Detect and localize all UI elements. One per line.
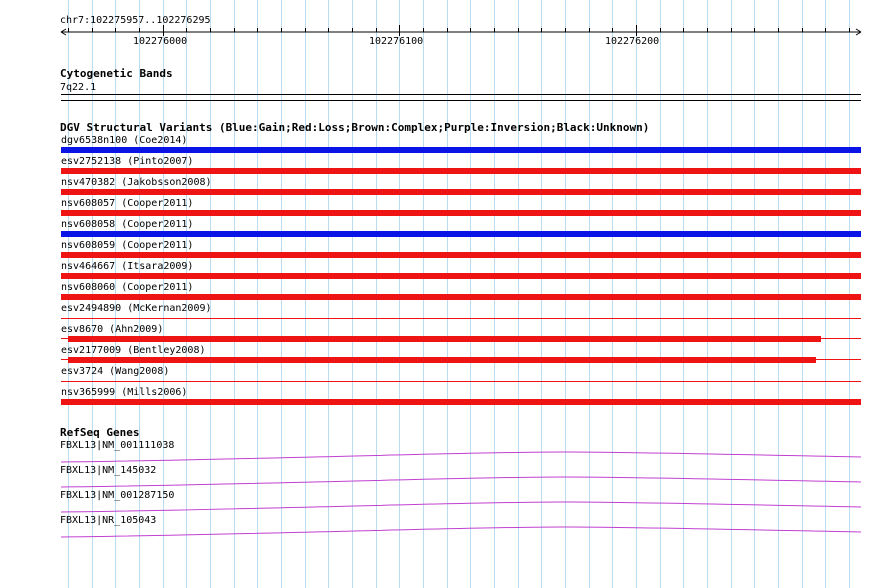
refseq-gene-model[interactable] [0, 472, 890, 492]
refseq-gene-model[interactable] [0, 497, 890, 517]
dgv-variant-bar[interactable] [61, 399, 861, 405]
dgv-variant-bar[interactable] [61, 168, 861, 174]
dgv-variant-label[interactable]: esv8670 (Ahn2009) [61, 324, 163, 335]
dgv-variant-bar[interactable] [61, 210, 861, 216]
dgv-variant-label[interactable]: esv2494890 (McKernan2009) [61, 303, 212, 314]
refseq-gene-intron-line [60, 451, 862, 463]
ruler-tick-label: 102276200 [605, 36, 660, 47]
dgv-variant-label[interactable]: nsv608059 (Cooper2011) [61, 240, 193, 251]
dgv-variant-line[interactable] [61, 381, 861, 382]
dgv-variant-label[interactable]: esv3724 (Wang2008) [61, 366, 169, 377]
cytoband-label: 7q22.1 [60, 82, 97, 93]
cytoband-track-title[interactable]: Cytogenetic Bands [60, 68, 173, 79]
dgv-variant-bar[interactable] [61, 189, 861, 195]
dgv-variant-line[interactable] [61, 318, 861, 319]
dgv-variant-label[interactable]: nsv365999 (Mills2006) [61, 387, 187, 398]
cytoband-line-top [61, 94, 861, 95]
refseq-gene-intron-line [60, 501, 862, 513]
refseq-gene-model[interactable] [0, 447, 890, 467]
dgv-variant-bar[interactable] [61, 273, 861, 279]
refseq-track-title[interactable]: RefSeq Genes [60, 427, 139, 438]
ruler[interactable] [0, 0, 890, 60]
ruler-tick-label: 102276000 [133, 36, 188, 47]
refseq-gene-intron-line [60, 476, 862, 488]
dgv-variant-label[interactable]: dgv6538n100 (Coe2014) [61, 135, 187, 146]
dgv-variant-label[interactable]: nsv608057 (Cooper2011) [61, 198, 193, 209]
dgv-variant-bar[interactable] [61, 231, 861, 237]
ruler-ticks [68, 25, 850, 36]
cytoband-line-bottom [61, 100, 861, 101]
ruler-tick-label: 102276100 [369, 36, 424, 47]
dgv-variant-label[interactable]: nsv608060 (Cooper2011) [61, 282, 193, 293]
dgv-track-title[interactable]: DGV Structural Variants (Blue:Gain;Red:L… [60, 122, 649, 133]
dgv-variant-label[interactable]: nsv464667 (Itsara2009) [61, 261, 193, 272]
refseq-gene-intron-line [60, 526, 862, 538]
dgv-variant-label[interactable]: nsv470382 (Jakobsson2008) [61, 177, 212, 188]
dgv-variant-label[interactable]: nsv608058 (Cooper2011) [61, 219, 193, 230]
dgv-variant-bar[interactable] [68, 357, 816, 363]
dgv-variant-bar[interactable] [61, 294, 861, 300]
dgv-variant-bar[interactable] [68, 336, 821, 342]
dgv-variant-bar[interactable] [61, 252, 861, 258]
dgv-variant-bar[interactable] [61, 147, 861, 153]
dgv-variant-label[interactable]: esv2752138 (Pinto2007) [61, 156, 193, 167]
dgv-variant-label[interactable]: esv2177009 (Bentley2008) [61, 345, 206, 356]
refseq-gene-model[interactable] [0, 522, 890, 542]
